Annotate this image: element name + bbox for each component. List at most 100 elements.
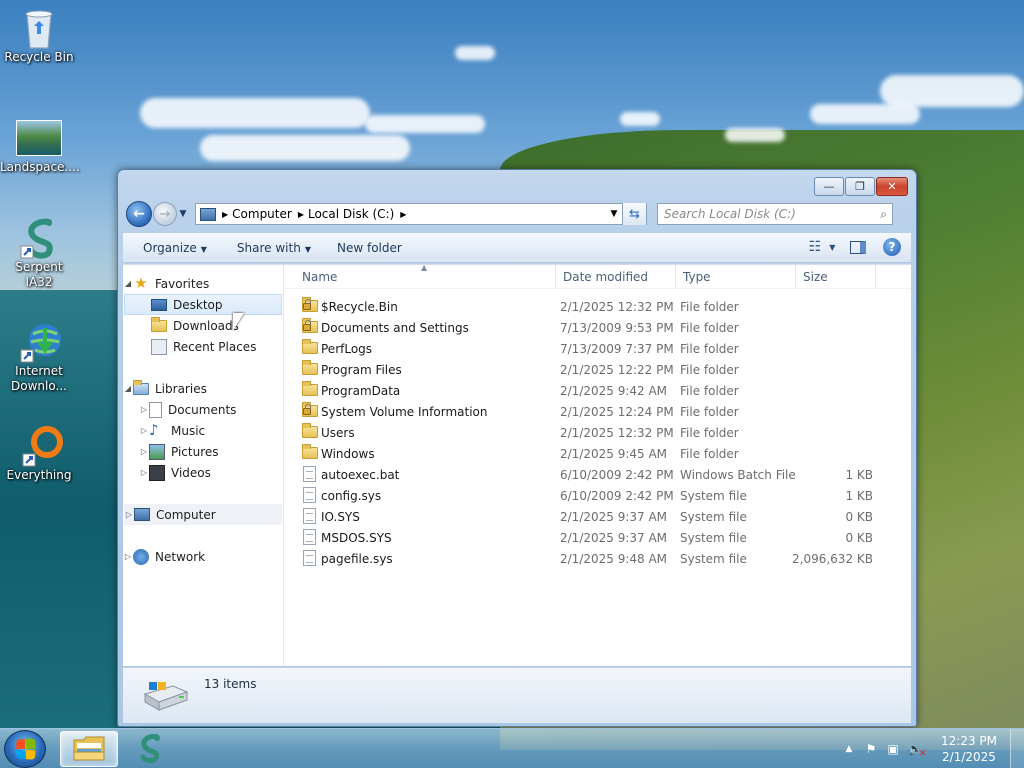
file-date-modified: 2/1/2025 9:37 AM bbox=[560, 509, 668, 524]
folder-icon bbox=[302, 381, 318, 398]
recent-pages-dropdown[interactable]: ▼ bbox=[177, 209, 189, 219]
collapsed-triangle-icon[interactable]: ▷ bbox=[123, 552, 133, 561]
help-button[interactable]: ? bbox=[883, 238, 901, 256]
libraries-icon bbox=[133, 379, 149, 397]
desktop-icon-recycle-bin[interactable]: Recycle Bin bbox=[0, 6, 78, 65]
desktop-icon-internet-download[interactable]: Internet Downlo... bbox=[0, 320, 78, 394]
new-folder-button[interactable]: New folder bbox=[337, 241, 402, 255]
nav-item-recent-places[interactable]: Recent Places bbox=[123, 336, 283, 357]
expanded-triangle-icon[interactable]: ◢ bbox=[123, 384, 133, 393]
nav-item-downloads[interactable]: Downloads bbox=[123, 315, 283, 336]
maximize-button[interactable]: ❐ bbox=[845, 177, 875, 196]
start-button[interactable] bbox=[4, 730, 46, 768]
collapsed-triangle-icon[interactable]: ▷ bbox=[139, 468, 149, 477]
locked-folder-icon bbox=[302, 318, 318, 335]
refresh-button[interactable]: ⇆ bbox=[622, 203, 646, 225]
desktop-icon-everything[interactable]: Everything bbox=[0, 424, 78, 483]
back-button[interactable]: ← bbox=[126, 201, 152, 227]
column-divider[interactable] bbox=[795, 265, 796, 289]
address-history-dropdown[interactable]: ▼ bbox=[606, 204, 622, 224]
close-button[interactable]: ✕ bbox=[876, 177, 908, 196]
nav-item-music[interactable]: ▷ ♪ Music bbox=[123, 420, 283, 441]
file-row[interactable]: MSDOS.SYS 2/1/2025 9:37 AM System file 0 KB bbox=[285, 527, 911, 548]
volume-muted-icon[interactable]: 🔈 ✕ bbox=[904, 738, 927, 760]
change-view-button[interactable]: ☷ ▼ bbox=[809, 237, 836, 257]
share-with-button[interactable]: Share with ▼ bbox=[237, 241, 311, 255]
show-desktop-button[interactable] bbox=[1010, 729, 1024, 768]
show-hidden-icons-button[interactable]: ▲ bbox=[838, 738, 860, 760]
file-date-modified: 2/1/2025 9:37 AM bbox=[560, 530, 668, 545]
column-divider[interactable] bbox=[675, 265, 676, 289]
nav-computer[interactable]: ▷ Computer bbox=[124, 504, 282, 525]
file-row[interactable]: $Recycle.Bin 2/1/2025 12:32 PM File folder bbox=[285, 296, 911, 317]
navigation-pane[interactable]: ◢ ★ Favorites Desktop Downloads Recent P… bbox=[123, 265, 284, 666]
collapsed-triangle-icon[interactable]: ▷ bbox=[124, 510, 134, 519]
file-row[interactable]: Documents and Settings 7/13/2009 9:53 PM F… bbox=[285, 317, 911, 338]
network-status-icon[interactable]: ▣ bbox=[882, 738, 904, 760]
nav-item-desktop[interactable]: Desktop bbox=[124, 294, 282, 315]
explorer-window[interactable]: — ❐ ✕ ← → ▼ ▶ Computer ▶ Local Disk (C:)… bbox=[117, 169, 917, 727]
address-bar[interactable]: ▶ Computer ▶ Local Disk (C:) ▶ ▼ ⇆ bbox=[195, 203, 647, 225]
nav-item-videos[interactable]: ▷ Videos bbox=[123, 462, 283, 483]
nav-network[interactable]: ▷ Network bbox=[123, 546, 283, 567]
column-divider[interactable] bbox=[555, 265, 556, 289]
file-row[interactable]: pagefile.sys 2/1/2025 9:48 AM System file 2… bbox=[285, 548, 911, 569]
file-row[interactable]: Windows 2/1/2025 9:45 AM File folder bbox=[285, 443, 911, 464]
file-date-modified: 2/1/2025 12:22 PM bbox=[560, 362, 674, 377]
collapsed-triangle-icon[interactable]: ▷ bbox=[139, 447, 149, 456]
file-row[interactable]: PerfLogs 7/13/2009 7:37 PM File folder bbox=[285, 338, 911, 359]
desktop-icon-landscape[interactable]: Landspace.... bbox=[0, 120, 80, 175]
clock-date: 2/1/2025 bbox=[942, 750, 996, 764]
forward-button[interactable]: → bbox=[153, 202, 177, 226]
file-row[interactable]: ProgramData 2/1/2025 9:42 AM File folder bbox=[285, 380, 911, 401]
collapsed-triangle-icon[interactable]: ▷ bbox=[139, 426, 149, 435]
documents-icon bbox=[149, 401, 162, 418]
refresh-icon: ⇆ bbox=[629, 206, 640, 222]
desktop-icon-label: Landspace.... bbox=[0, 160, 80, 174]
arrow-left-icon: ← bbox=[133, 206, 145, 222]
breadcrumb-computer[interactable]: Computer bbox=[232, 207, 292, 221]
file-type: File folder bbox=[680, 425, 739, 440]
search-box[interactable]: Search Local Disk (C:) ⌕ bbox=[657, 203, 893, 225]
breadcrumb-separator-icon[interactable]: ▶ bbox=[400, 210, 406, 219]
file-row[interactable]: config.sys 6/10/2009 2:42 PM System file 1 … bbox=[285, 485, 911, 506]
breadcrumb-separator-icon[interactable]: ▶ bbox=[222, 210, 228, 219]
taskbar-explorer-button[interactable] bbox=[60, 731, 118, 767]
file-row[interactable]: autoexec.bat 6/10/2009 2:42 PM Windows Bat… bbox=[285, 464, 911, 485]
hard-drive-icon bbox=[143, 682, 189, 711]
nav-libraries[interactable]: ◢ Libraries bbox=[123, 378, 283, 399]
preview-pane-button[interactable] bbox=[847, 237, 869, 257]
serpent-icon bbox=[19, 216, 59, 259]
file-row[interactable]: Users 2/1/2025 12:32 PM File folder bbox=[285, 422, 911, 443]
column-header-size[interactable]: Size bbox=[803, 270, 828, 284]
action-center-flag-icon[interactable]: ⚑ bbox=[860, 738, 882, 760]
expanded-triangle-icon[interactable]: ◢ bbox=[123, 279, 133, 288]
file-row[interactable]: Program Files 2/1/2025 12:22 PM File folde… bbox=[285, 359, 911, 380]
breadcrumb-local-disk[interactable]: Local Disk (C:) bbox=[308, 207, 394, 221]
taskbar-serpent-button[interactable] bbox=[122, 731, 180, 767]
nav-item-pictures[interactable]: ▷ Pictures bbox=[123, 441, 283, 462]
desktop-icon-serpent[interactable]: Serpent IA32 bbox=[0, 216, 78, 290]
file-size: 0 KB bbox=[845, 530, 873, 545]
organize-button[interactable]: Organize ▼ bbox=[143, 241, 207, 255]
chevron-up-icon: ▲ bbox=[845, 744, 853, 754]
collapsed-triangle-icon[interactable]: ▷ bbox=[139, 405, 149, 414]
breadcrumb-separator-icon[interactable]: ▶ bbox=[298, 210, 304, 219]
clock[interactable]: 12:23 PM 2/1/2025 bbox=[932, 733, 1006, 765]
file-list[interactable]: ▲ Name Date modified Type Size $Recycle.… bbox=[285, 263, 911, 666]
file-date-modified: 6/10/2009 2:42 PM bbox=[560, 488, 674, 503]
search-input[interactable]: Search Local Disk (C:) bbox=[664, 207, 796, 221]
minimize-button[interactable]: — bbox=[814, 177, 844, 196]
column-header-date-modified[interactable]: Date modified bbox=[563, 270, 648, 284]
column-header-name[interactable]: Name bbox=[302, 270, 337, 284]
column-header-type[interactable]: Type bbox=[683, 270, 711, 284]
file-row[interactable]: System Volume Information 2/1/2025 12:24 … bbox=[285, 401, 911, 422]
recycle-bin-icon bbox=[19, 6, 59, 49]
column-divider[interactable] bbox=[875, 265, 876, 289]
file-row[interactable]: IO.SYS 2/1/2025 9:37 AM System file 0 KB bbox=[285, 506, 911, 527]
background-cloud bbox=[880, 75, 1024, 107]
nav-item-documents[interactable]: ▷ Documents bbox=[123, 399, 283, 420]
search-icon[interactable]: ⌕ bbox=[880, 207, 887, 222]
file-date-modified: 2/1/2025 12:24 PM bbox=[560, 404, 674, 419]
nav-favorites[interactable]: ◢ ★ Favorites bbox=[123, 273, 283, 294]
